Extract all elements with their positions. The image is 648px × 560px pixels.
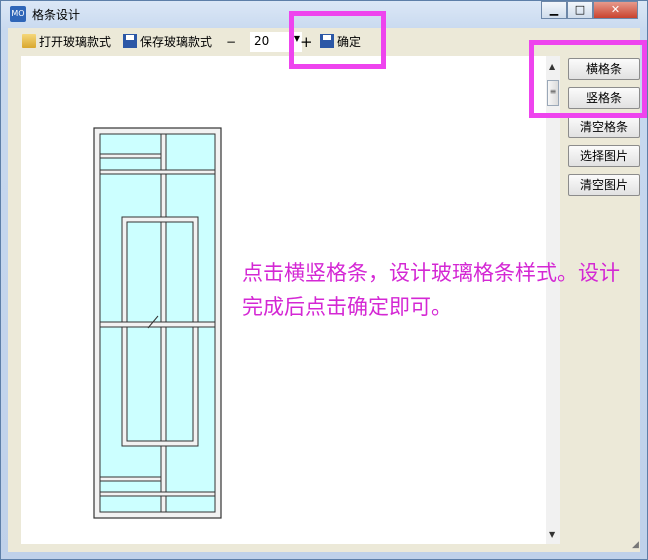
resize-grip[interactable]: ◢ [632,540,639,550]
horizontal-bar [99,321,216,328]
annotation-text: 点击横竖格条，设计玻璃格条样式。设计完成后点击确定即可。 [242,261,620,319]
vertical-bar [160,221,167,442]
horizontal-bar [99,153,162,159]
highlight-confirm [289,11,386,69]
inner-glass [126,221,194,442]
horizontal-bar [99,476,162,482]
horizontal-bar [99,169,216,175]
highlight-bar-buttons [529,40,647,118]
horizontal-bar [99,491,216,497]
